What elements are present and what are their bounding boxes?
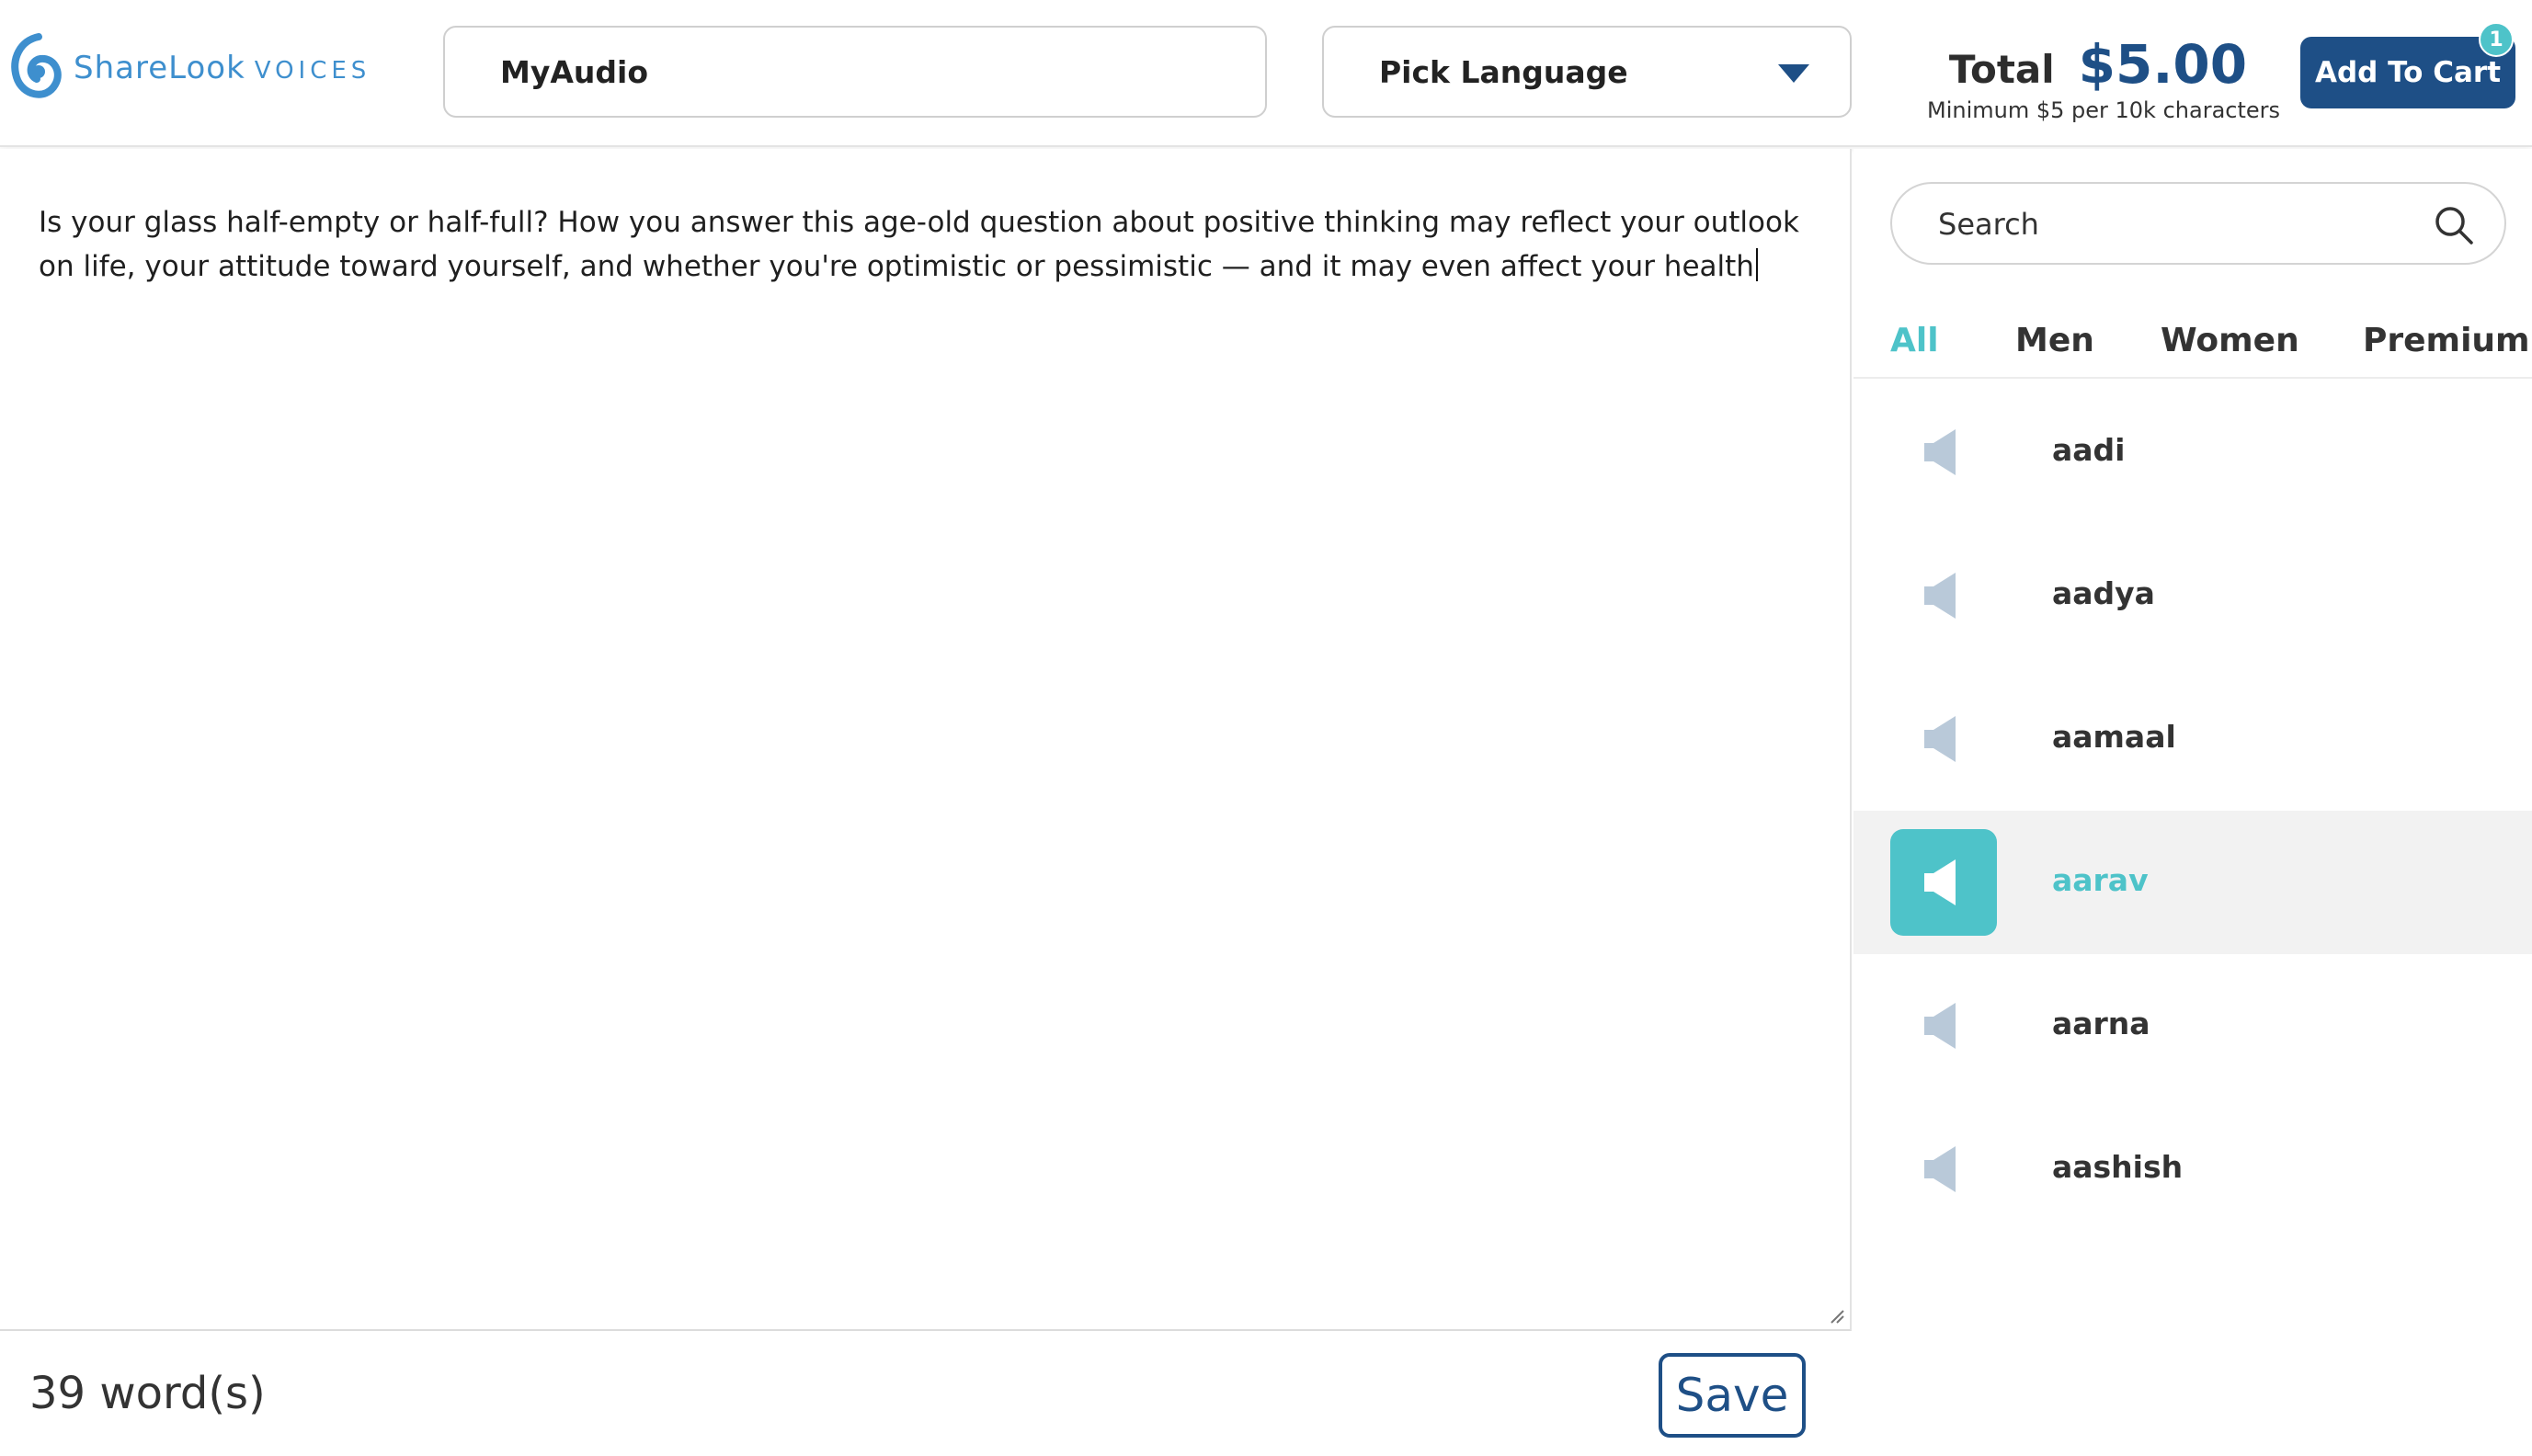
speaker-icon: [1924, 716, 1956, 762]
save-button[interactable]: Save: [1659, 1353, 1806, 1438]
total-summary: Total $5.00 Minimum $5 per 10k character…: [1927, 33, 2281, 134]
tab-men[interactable]: Men: [2015, 322, 2094, 359]
speaker-icon: [1924, 573, 1956, 619]
voice-name: aadi: [2052, 432, 2126, 468]
speaker-icon: [1924, 1146, 1956, 1192]
speaker-icon: [1924, 859, 1956, 905]
voice-name: aamaal: [2052, 719, 2176, 755]
voice-play-button[interactable]: [1890, 686, 1997, 792]
editor-text: Is your glass half-empty or half-full? H…: [39, 206, 1799, 283]
text-editor[interactable]: Is your glass half-empty or half-full? H…: [0, 149, 1852, 1331]
word-count: 39 word(s): [29, 1368, 266, 1419]
voice-play-button[interactable]: [1890, 973, 1997, 1079]
voice-list: aadi aadya aamaal aarav aarna aashish: [1853, 381, 2532, 1241]
tab-women[interactable]: Women: [2161, 322, 2299, 359]
tab-all[interactable]: All: [1890, 322, 1939, 359]
voice-item-aarna[interactable]: aarna: [1853, 954, 2532, 1098]
voice-play-button[interactable]: [1890, 1116, 1997, 1223]
brand-logo[interactable]: ShareLook VOICES: [7, 31, 371, 105]
editor-content[interactable]: Is your glass half-empty or half-full? H…: [39, 200, 1804, 289]
voice-name: aarna: [2052, 1006, 2150, 1041]
voice-play-button[interactable]: [1890, 829, 1997, 936]
speaker-icon: [1924, 429, 1956, 475]
voice-item-aadya[interactable]: aadya: [1853, 524, 2532, 667]
voice-play-button[interactable]: [1890, 399, 1997, 506]
voice-item-aarav[interactable]: aarav: [1853, 811, 2532, 954]
text-cursor: [1755, 248, 1758, 281]
top-header: ShareLookVOICES Pick Language Total $5.0…: [0, 0, 2532, 147]
voice-play-button[interactable]: [1890, 542, 1997, 649]
caret-down-icon: [1778, 64, 1809, 83]
brand-name: ShareLook VOICES: [74, 50, 371, 86]
voice-filter-tabs: All Men Women Premium: [1853, 314, 2532, 379]
total-label: Total: [1948, 47, 2055, 92]
voice-item-aamaal[interactable]: aamaal: [1853, 667, 2532, 811]
voice-item-aashish[interactable]: aashish: [1853, 1098, 2532, 1241]
tab-premium[interactable]: Premium: [2363, 322, 2530, 359]
resize-handle-icon[interactable]: [1828, 1307, 1844, 1324]
project-name-input[interactable]: [443, 26, 1267, 118]
total-amount: $5.00: [2078, 33, 2248, 96]
language-select[interactable]: Pick Language: [1322, 26, 1852, 118]
voice-name: aashish: [2052, 1149, 2184, 1185]
voice-item-aadi[interactable]: aadi: [1853, 381, 2532, 524]
voice-sidebar: All Men Women Premium aadi aadya aamaal: [1853, 149, 2532, 1211]
brand-suffix: VOICES: [254, 57, 371, 85]
language-select-label: Pick Language: [1379, 53, 1628, 90]
voice-name: aarav: [2052, 862, 2149, 898]
search-icon[interactable]: [2433, 204, 2475, 246]
minimum-charge-note: Minimum $5 per 10k characters: [1927, 97, 2281, 123]
cart-count-badge: 1: [2479, 22, 2514, 57]
sharelook-swirl-icon: [11, 33, 62, 98]
voice-name: aadya: [2052, 575, 2155, 611]
speaker-icon: [1924, 1003, 1956, 1049]
search-input[interactable]: [1938, 200, 2416, 248]
search-box[interactable]: [1890, 182, 2506, 265]
